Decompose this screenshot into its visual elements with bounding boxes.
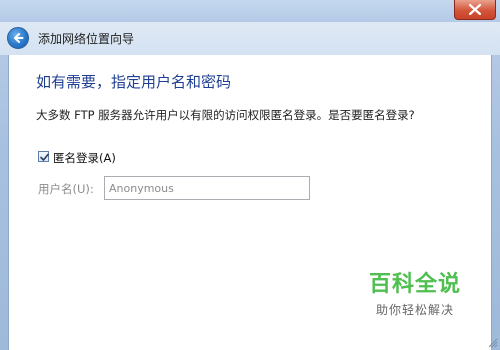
back-arrow-icon (14, 33, 24, 43)
close-button[interactable] (454, 0, 496, 20)
watermark-tagline: 助你轻松解决 (375, 303, 454, 317)
wizard-header: 添加网络位置向导 (0, 22, 500, 55)
username-label: 用户名(U): (38, 182, 94, 196)
wizard-title: 添加网络位置向导 (38, 32, 135, 46)
anonymous-login-checkbox[interactable] (38, 151, 49, 162)
page-heading: 如有需要，指定用户名和密码 (36, 73, 232, 91)
title-bar (0, 0, 500, 22)
back-button[interactable] (7, 27, 29, 49)
watermark-brand: 百科全说 (368, 272, 461, 297)
close-icon (469, 4, 481, 15)
resize-grip-icon[interactable] (488, 338, 498, 348)
checkmark-icon (40, 153, 49, 161)
watermark-logo: 百科全说 助你轻松解决 (355, 272, 475, 318)
page-description: 大多数 FTP 服务器允许用户以有限的访问权限匿名登录。是否要匿名登录? (36, 108, 415, 122)
anonymous-login-label[interactable]: 匿名登录(A) (53, 150, 116, 166)
wizard-window: 添加网络位置向导 如有需要，指定用户名和密码 大多数 FTP 服务器允许用户以有… (0, 0, 500, 350)
username-input[interactable] (104, 176, 310, 200)
